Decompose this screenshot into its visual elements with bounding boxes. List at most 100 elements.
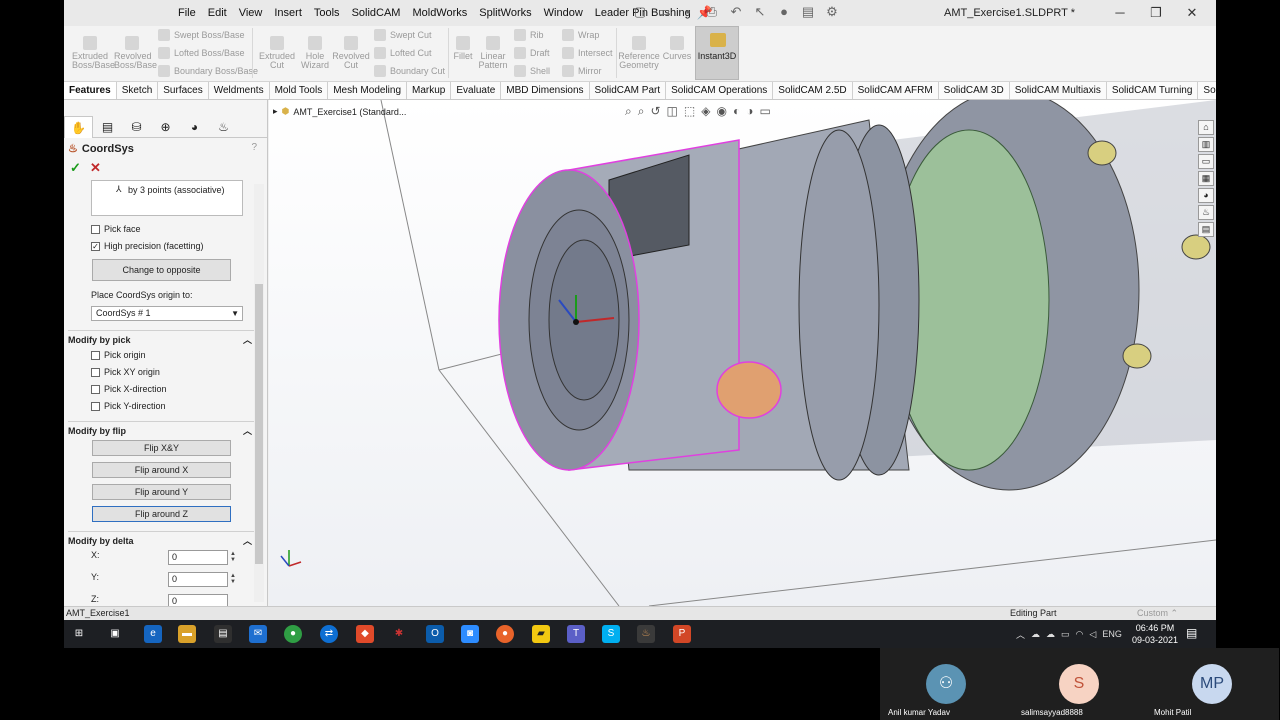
restore-button[interactable]: ❐ — [1138, 0, 1174, 26]
menu-insert[interactable]: Insert — [268, 0, 308, 26]
tab-evaluate[interactable]: Evaluate — [451, 82, 502, 99]
tab-mbd-dimensions[interactable]: MBD Dimensions — [501, 82, 590, 99]
pick-face-check-box[interactable] — [91, 224, 100, 234]
tab-solidcam-part[interactable]: SolidCAM Part — [590, 82, 667, 99]
flip-around-y-button[interactable]: Flip around Y — [92, 484, 231, 500]
meeting-app-icon[interactable]: ● — [496, 625, 514, 643]
flip-xy-button[interactable]: Flip X&Y — [92, 440, 231, 456]
scene-icon[interactable]: ◑ — [746, 104, 753, 119]
chrome-icon[interactable]: ● — [284, 625, 302, 643]
anydesk-icon[interactable]: ◆ — [356, 625, 374, 643]
save-icon[interactable]: ▪ — [680, 4, 696, 20]
menu-file[interactable]: File — [172, 0, 202, 26]
view-palette-icon[interactable]: ▦ — [1198, 171, 1214, 186]
pick-origin-checkbox[interactable]: Pick origin — [91, 350, 146, 360]
delta-z-input[interactable]: 0 — [168, 594, 228, 606]
change-to-opposite-button[interactable]: Change to opposite — [92, 259, 231, 281]
windows-start-icon[interactable]: ⊞ — [70, 625, 88, 643]
home-icon[interactable]: ⌂ — [1198, 120, 1214, 135]
ok-check-icon[interactable]: ✓ — [70, 160, 81, 176]
appearance-icon[interactable]: ◐ — [733, 104, 740, 119]
collapse-chevron-icon[interactable]: ︿ — [243, 333, 252, 346]
mail-icon[interactable]: ✉ — [249, 625, 267, 643]
collapse-chevron-icon[interactable]: ︿ — [243, 534, 252, 547]
pick-xy-origin-checkbox[interactable]: Pick XY origin — [91, 367, 160, 377]
fillet-button[interactable]: Fillet — [450, 36, 476, 61]
solidcam-pane-icon[interactable]: ♨ — [1198, 205, 1214, 220]
linear-pattern-button[interactable]: Linear Pattern — [476, 36, 510, 70]
collapse-chevron-icon[interactable]: ︿ — [243, 424, 252, 437]
skype-icon[interactable]: S — [602, 625, 620, 643]
pick-y-direction-checkbox[interactable]: Pick Y-direction — [91, 401, 166, 411]
x-spinner-icon[interactable]: ▲ ▼ — [230, 551, 236, 563]
draft-button[interactable]: Draft — [512, 44, 550, 62]
expand-arrow-icon[interactable]: ▸ — [273, 106, 278, 117]
battery-icon[interactable]: ▭ — [1061, 629, 1070, 640]
view-settings-icon[interactable]: ▭ — [759, 104, 770, 119]
task-view-icon[interactable]: ▣ — [106, 625, 124, 643]
mirror-button[interactable]: Mirror — [560, 62, 602, 80]
participant-tile[interactable]: S salimsayyad8888 — [1013, 648, 1146, 720]
intersect-button[interactable]: Intersect — [560, 44, 613, 62]
delta-x-input[interactable]: 0 — [168, 550, 228, 565]
pick-face-checkbox[interactable]: Pick face — [91, 224, 141, 234]
section-view-icon[interactable]: ◫ — [667, 104, 678, 119]
tab-solidcam-turning[interactable]: SolidCAM Turning — [1107, 82, 1199, 99]
menu-moldworks[interactable]: MoldWorks — [406, 0, 473, 26]
tab-surfaces[interactable]: Surfaces — [158, 82, 209, 99]
menu-edit[interactable]: Edit — [202, 0, 233, 26]
units-selector[interactable]: Custom ⌃ — [1137, 608, 1178, 619]
file-explorer-icon[interactable]: ▭ — [1198, 154, 1214, 169]
onedrive-icon[interactable]: ☁ — [1046, 629, 1055, 640]
boundary-cut-button[interactable]: Boundary Cut — [372, 62, 445, 80]
undo-icon[interactable]: ↶ — [728, 4, 744, 20]
y-spinner-icon[interactable]: ▲ ▼ — [230, 573, 236, 585]
instant3d-button[interactable]: Instant3D — [695, 26, 739, 80]
pick-xy-origin-check-box[interactable] — [91, 367, 100, 377]
design-library-icon[interactable]: ▥ — [1198, 137, 1214, 152]
tab-solidcam-3d[interactable]: SolidCAM 3D — [939, 82, 1010, 99]
extruded-cut-button[interactable]: Extruded Cut — [258, 36, 296, 70]
tab-solidcam-multiaxis[interactable]: SolidCAM Multiaxis — [1010, 82, 1107, 99]
participant-tile[interactable]: ⚇ Anil kumar Yadav — [880, 648, 1013, 720]
revolved-cut-button[interactable]: Revolved Cut — [332, 36, 370, 70]
cancel-x-icon[interactable]: ✕ — [90, 160, 101, 176]
language-indicator[interactable]: ENG — [1102, 629, 1122, 639]
tab-mesh-modeling[interactable]: Mesh Modeling — [328, 82, 408, 99]
tab-solidcam-2-5d[interactable]: SolidCAM 2.5D — [773, 82, 853, 99]
hole-wizard-button[interactable]: Hole Wizard — [298, 36, 332, 70]
tab-solidcam-afrm[interactable]: SolidCAM AFRM — [853, 82, 939, 99]
zoom-to-fit-icon[interactable]: ⌕ — [625, 104, 632, 119]
rib-button[interactable]: Rib — [512, 26, 544, 44]
clock[interactable]: 06:46 PM 09-03-2021 — [1132, 622, 1178, 646]
shell-button[interactable]: Shell — [512, 62, 550, 80]
flip-around-x-button[interactable]: Flip around X — [92, 462, 231, 478]
part-model-view[interactable] — [269, 100, 1216, 606]
zoom-area-icon[interactable]: ⌕ — [638, 104, 645, 119]
powerpoint-icon[interactable]: P — [673, 625, 691, 643]
revolved-boss-button[interactable]: Revolved Boss/Base — [114, 36, 157, 70]
open-folder-icon[interactable]: ▭ — [656, 4, 672, 20]
lofted-cut-button[interactable]: Lofted Cut — [372, 44, 432, 62]
teamviewer-icon[interactable]: ⇄ — [320, 625, 338, 643]
options-gear-icon[interactable]: ⚙ — [824, 4, 840, 20]
pick-x-direction-checkbox[interactable]: Pick X-direction — [91, 384, 167, 394]
tray-chevron-icon[interactable]: ︿ — [1016, 628, 1025, 641]
tab-features[interactable]: Features — [64, 82, 117, 99]
extruded-boss-button[interactable]: Extruded Boss/Base — [72, 36, 115, 70]
boundary-boss-button[interactable]: Boundary Boss/Base — [156, 62, 258, 80]
tab-weldments[interactable]: Weldments — [209, 82, 270, 99]
flip-around-z-button[interactable]: Flip around Z — [92, 506, 231, 522]
notifications-icon[interactable]: ▤ — [1186, 626, 1197, 640]
participant-tile[interactable]: MP Mohit Patil — [1146, 648, 1279, 720]
print-icon[interactable]: ⎙ — [704, 4, 720, 20]
store-icon[interactable]: ▤ — [214, 625, 232, 643]
volume-icon[interactable]: ◁ — [1089, 629, 1096, 640]
modify-by-delta-group[interactable]: Modify by delta ︿ — [68, 531, 254, 546]
tab-solidcam-templates[interactable]: SolidCAM Templates — [1198, 82, 1216, 99]
solidworks-taskbar-icon[interactable]: ✱ — [390, 625, 408, 643]
hide-show-icon[interactable]: ◉ — [716, 104, 726, 119]
define-mode-list[interactable]: ⅄ by 3 points (associative) — [91, 180, 243, 216]
appearances-icon[interactable]: ◕ — [1198, 188, 1214, 203]
display-style-icon[interactable]: ◈ — [701, 104, 710, 119]
